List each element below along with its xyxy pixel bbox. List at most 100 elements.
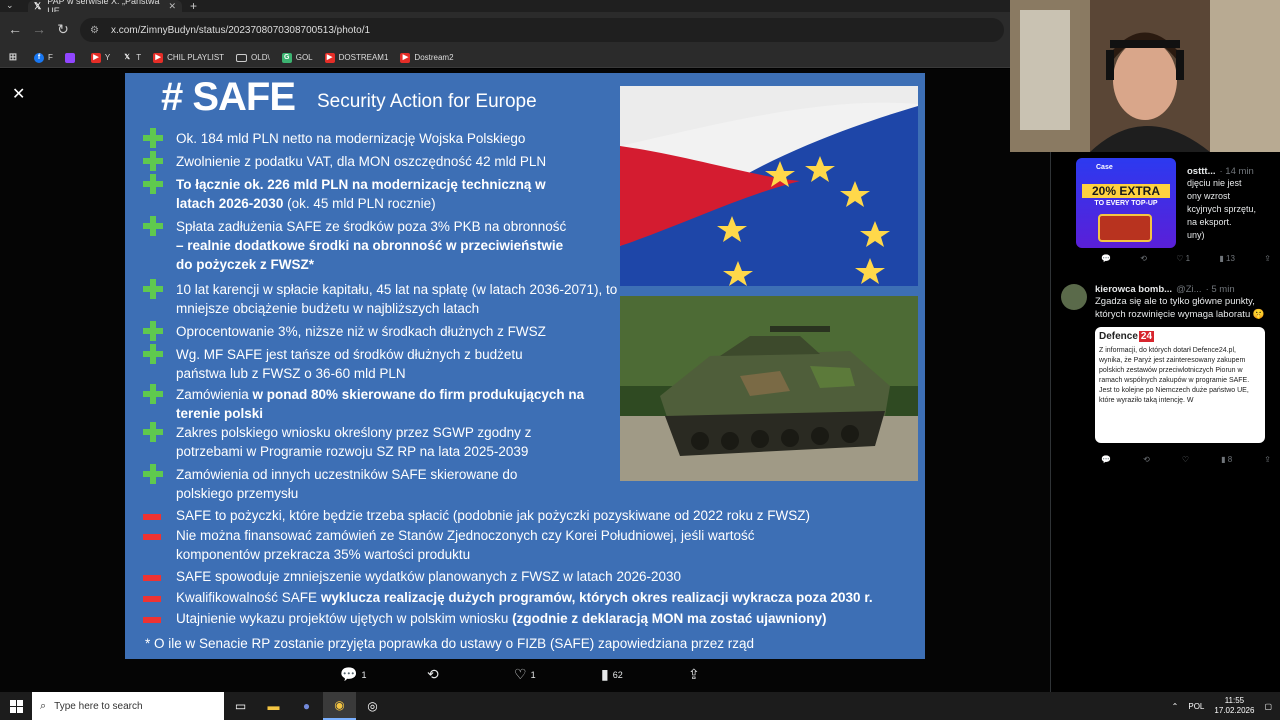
- pro-item: Spłata zadłużenia SAFE ze środków poza 3…: [143, 216, 576, 274]
- link-card[interactable]: Defence 24 Z informacji, do których dotar…: [1095, 327, 1265, 443]
- apps-button[interactable]: ⊞: [8, 52, 22, 63]
- task-view-icon[interactable]: ▭: [224, 692, 257, 720]
- bookmark-dostream2[interactable]: ▶ Dostream2: [400, 52, 454, 63]
- windows-taskbar: ⌕ Type here to search ▭ ▬ ● ◉ ◎ ⌃ POL 11…: [0, 692, 1280, 720]
- close-icon[interactable]: ✕: [12, 84, 25, 104]
- reply-author: osttt...: [1187, 166, 1216, 177]
- treasure-chest-icon: [1098, 214, 1152, 242]
- con-item: SAFE to pożyczki, które będzie trzeba sp…: [143, 506, 916, 525]
- minus-icon: [143, 617, 161, 623]
- card-text: Z informacji, do których dotarł Defence2…: [1099, 347, 1250, 404]
- repost-icon: ⟲: [427, 666, 439, 682]
- bar-chart-icon[interactable]: ▮ 13: [1219, 254, 1235, 263]
- bookmark-twitch[interactable]: [64, 52, 79, 63]
- heart-icon: ♡: [514, 666, 527, 682]
- safe-slide-image: # SAFE Security Action for Europe Ok. 18…: [125, 73, 925, 659]
- reply-stats: 💬 ⟲ ♡ 1 ▮ 13 ⇪: [1101, 254, 1271, 263]
- youtube-icon: ▶: [153, 52, 164, 63]
- reply-item[interactable]: kierowca bomb... @Zi... · 5 min Zgadza się…: [1061, 284, 1276, 464]
- start-button[interactable]: [0, 692, 32, 720]
- tab-bar: ⌄ 𝕏 PAP w serwisie X: „Państwa UE ✕ +: [0, 0, 1010, 16]
- pl-eu-flag-image: [620, 86, 918, 286]
- ad-subline: TO EVERY TOP-UP: [1094, 200, 1158, 207]
- reply-text: djęciu nie jest ony wzrost kcyjnych sprz…: [1187, 178, 1257, 240]
- slide-subtitle: Security Action for Europe: [317, 91, 537, 112]
- views-button[interactable]: ▮ 62: [601, 666, 688, 683]
- pro-item: Zamówienia w ponad 80% skierowane do fir…: [143, 384, 616, 423]
- share-icon: ⇪: [688, 666, 700, 682]
- chrome-icon[interactable]: ◉: [323, 692, 356, 720]
- minus-icon: [143, 575, 161, 581]
- search-placeholder: Type here to search: [54, 700, 143, 712]
- reply-button[interactable]: 💬 1: [340, 666, 427, 683]
- bookmark-facebook[interactable]: fF: [34, 52, 53, 63]
- slide-footnote: * O ile w Senacie RP zostanie przyjęta p…: [145, 636, 755, 651]
- share-button[interactable]: ⇪: [688, 666, 775, 683]
- pro-item: Zamówienia od innych uczestników SAFE sk…: [143, 464, 566, 503]
- back-icon[interactable]: ←: [6, 21, 24, 37]
- obs-icon[interactable]: ◎: [356, 692, 389, 720]
- bookmark-dostream1[interactable]: ▶ DOSTREAM1: [324, 52, 388, 63]
- repost-button[interactable]: ⟲: [427, 666, 514, 683]
- plus-icon: [143, 464, 163, 484]
- reply-icon[interactable]: 💬: [1101, 254, 1111, 263]
- plus-icon: [143, 422, 163, 442]
- forward-icon[interactable]: →: [30, 21, 48, 37]
- reply-icon[interactable]: 💬: [1101, 455, 1111, 464]
- tab-list-icon[interactable]: ⌄: [6, 0, 14, 11]
- pro-item: Oprocentowanie 3%, niższe niż w środkach…: [143, 321, 776, 346]
- ad-headline: 20% EXTRA: [1082, 184, 1170, 198]
- taskbar-search[interactable]: ⌕ Type here to search: [32, 692, 224, 720]
- gol-icon: G: [281, 52, 292, 63]
- webcam-overlay: [1010, 0, 1280, 152]
- bookmark-youtube[interactable]: ▶ Y: [90, 52, 110, 63]
- reload-icon[interactable]: ↻: [54, 21, 72, 38]
- media-viewer: ✕ # SAFE Security Action for Europe Ok. …: [0, 69, 1050, 692]
- repost-icon[interactable]: ⟲: [1140, 254, 1147, 263]
- con-item: Kwalifikowalność SAFE wyklucza realizacj…: [143, 588, 925, 607]
- avatar[interactable]: [1061, 284, 1087, 310]
- tweet-actions: 💬 1 ⟲ ♡ 1 ▮ 62 ⇪: [340, 666, 775, 683]
- plus-icon: [143, 344, 163, 364]
- pro-item: Wg. MF SAFE jest tańsze od środków dłużn…: [143, 344, 576, 383]
- url-field[interactable]: ⚙ x.com/ZimnyBudyn/status/20237080703087…: [80, 18, 1004, 42]
- system-tray: ⌃ POL 11:55 17.02.2026 ▢: [1172, 692, 1272, 720]
- youtube-icon: ▶: [400, 52, 411, 63]
- con-item: Utajnienie wykazu projektów ujętych w po…: [143, 609, 925, 628]
- tray-chevron-icon[interactable]: ⌃: [1172, 702, 1179, 711]
- close-tab-icon[interactable]: ✕: [168, 1, 176, 12]
- file-explorer-icon[interactable]: ▬: [257, 692, 290, 720]
- bar-chart-icon[interactable]: ▮ 8: [1221, 455, 1232, 464]
- clock[interactable]: 11:55 17.02.2026: [1214, 696, 1254, 716]
- x-logo-icon: 𝕏: [34, 0, 42, 11]
- plus-icon: [143, 279, 163, 299]
- reply-text: Zgadza się ale to tylko główne punkty, k…: [1095, 296, 1265, 320]
- bookmarks-bar: ⊞ fF ▶ Y 𝕏T ▶ CHIL PLAYLIST OLD\ G GOL ▶ DOS…: [0, 48, 1010, 68]
- site-info-icon[interactable]: ⚙: [90, 25, 99, 36]
- address-bar-row: ← → ↻ ⚙ x.com/ZimnyBudyn/status/20237080…: [0, 12, 1010, 48]
- share-icon[interactable]: ⇪: [1264, 455, 1271, 464]
- browser-tab[interactable]: 𝕏 PAP w serwisie X: „Państwa UE ✕: [28, 0, 182, 16]
- bookmark-gol[interactable]: G GOL: [281, 52, 313, 63]
- language-indicator[interactable]: POL: [1188, 702, 1204, 711]
- share-icon[interactable]: ⇪: [1264, 254, 1271, 263]
- reply-icon: 💬: [340, 666, 358, 682]
- con-item: Nie można finansować zamówień ze Stanów …: [143, 526, 776, 564]
- bookmark-chil-playlist[interactable]: ▶ CHIL PLAYLIST: [153, 52, 224, 63]
- minus-icon: [143, 534, 161, 540]
- notifications-icon[interactable]: ▢: [1264, 702, 1272, 711]
- bookmark-x[interactable]: 𝕏T: [122, 53, 141, 63]
- discord-icon[interactable]: ●: [290, 692, 323, 720]
- like-button[interactable]: ♡ 1: [514, 666, 601, 683]
- repost-icon[interactable]: ⟲: [1143, 455, 1150, 464]
- youtube-icon: ▶: [324, 52, 335, 63]
- con-item: SAFE spowoduje zmniejszenie wydatków pla…: [143, 567, 776, 586]
- minus-icon: [143, 596, 161, 602]
- plus-icon: [143, 384, 163, 404]
- bookmark-folder-old[interactable]: OLD\: [236, 53, 270, 62]
- reply-time: · 14 min: [1219, 166, 1254, 177]
- heart-icon[interactable]: ♡: [1182, 455, 1189, 464]
- pro-item: Zwolnienie z podatku VAT, dla MON oszczę…: [143, 151, 776, 176]
- promo-ad[interactable]: Case 20% EXTRA TO EVERY TOP-UP: [1076, 158, 1176, 248]
- heart-icon[interactable]: ♡ 1: [1176, 254, 1190, 263]
